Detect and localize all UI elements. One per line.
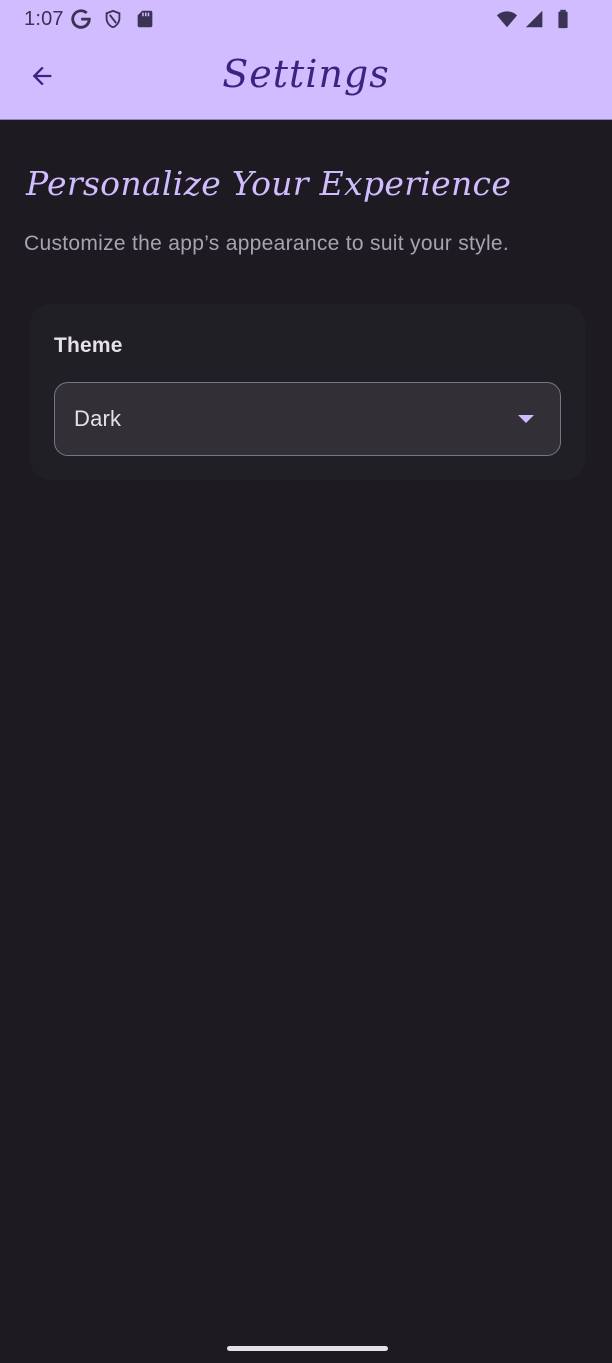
arrow-drop-down-icon — [518, 414, 534, 424]
shield-icon — [102, 8, 124, 30]
status-time: 1:07 — [24, 8, 64, 30]
signal-icon — [524, 8, 546, 30]
google-icon — [70, 8, 92, 30]
status-bar: 1:07 — [0, 0, 612, 38]
toolbar: Settings — [0, 38, 612, 120]
page-title: Settings — [222, 52, 390, 96]
screen: 1:07 Settings Personalize Your Experienc… — [0, 0, 612, 1363]
home-indicator[interactable] — [227, 1346, 388, 1351]
wifi-icon — [496, 8, 518, 30]
sd-card-icon — [134, 8, 156, 30]
theme-card: Theme Dark — [30, 304, 585, 480]
theme-label: Theme — [54, 334, 123, 357]
battery-icon — [552, 8, 574, 30]
status-icons-right — [496, 8, 574, 30]
section-heading: Personalize Your Experience — [26, 164, 512, 203]
theme-dropdown-value: Dark — [74, 406, 122, 431]
status-icons-left — [70, 8, 156, 30]
section-description: Customize the app’s appearance to suit y… — [24, 232, 510, 255]
theme-dropdown[interactable]: Dark — [54, 382, 561, 456]
top-app-bar: 1:07 Settings — [0, 0, 612, 120]
